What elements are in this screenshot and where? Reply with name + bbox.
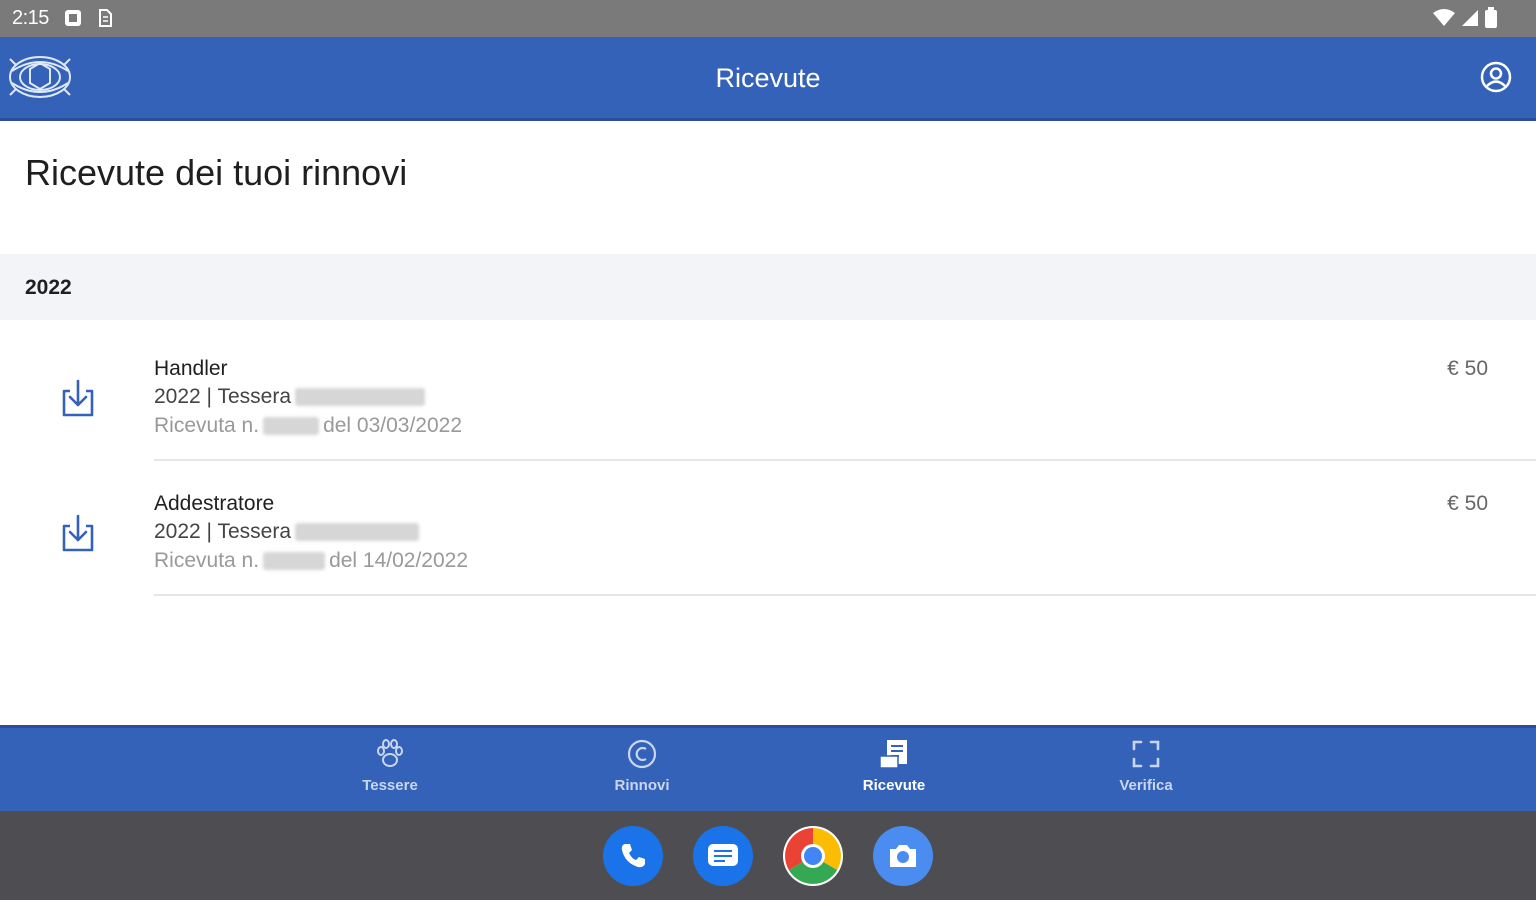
receipt-date: del 14/02/2022 [329, 549, 469, 572]
camera-icon[interactable] [873, 826, 933, 886]
page-title: Ricevute dei tuoi rinnovi [25, 152, 408, 193]
nav-tab-label: Tessere [362, 777, 418, 794]
notification-square-icon [64, 9, 82, 32]
receipt-amount: € 50 [1447, 492, 1488, 515]
receipt-number-line: Ricevuta n. del 14/02/2022 [154, 549, 468, 573]
bottom-navigation: Tessere Rinnovi Ricevute Verifica [0, 725, 1536, 811]
app-bar: Ricevute [0, 37, 1536, 121]
receipt-card-prefix: 2022 | Tessera [154, 385, 291, 408]
receipt-card-prefix: 2022 | Tessera [154, 520, 291, 543]
nav-tab-rinnovi[interactable]: Rinnovi [572, 738, 712, 794]
year-label: 2022 [25, 276, 72, 299]
nav-tab-tessere[interactable]: Tessere [320, 738, 460, 794]
receipt-date: del 03/03/2022 [323, 414, 463, 437]
sim-icon [98, 9, 112, 32]
redacted-receipt-number [263, 417, 320, 436]
receipt-number-prefix: Ricevuta n. [154, 549, 260, 572]
redacted-card-number [295, 523, 419, 542]
status-time: 2:15 [12, 7, 49, 29]
download-icon[interactable] [58, 377, 98, 424]
receipt-role: Addestratore [154, 492, 275, 515]
status-bar: 2:15 [0, 0, 1536, 37]
receipt-role: Handler [154, 357, 228, 380]
redacted-receipt-number [263, 552, 326, 571]
receipt-number-line: Ricevuta n. del 03/03/2022 [154, 414, 462, 438]
receipt-item[interactable]: Addestratore 2022 | Tessera Ricevuta n. d… [0, 460, 1536, 596]
nav-tab-label: Ricevute [862, 777, 926, 794]
receipt-item[interactable]: Handler 2022 | Tessera Ricevuta n. del 03… [0, 325, 1536, 461]
messages-icon[interactable] [693, 826, 753, 886]
receipt-amount: € 50 [1447, 357, 1488, 380]
chrome-icon[interactable] [783, 826, 843, 886]
year-section-header: 2022 [0, 254, 1536, 320]
battery-icon [1484, 7, 1498, 34]
receipt-number-prefix: Ricevuta n. [154, 414, 260, 437]
phone-icon[interactable] [603, 826, 663, 886]
system-dock [0, 811, 1536, 900]
redacted-card-number [295, 388, 425, 407]
receipt-card-line: 2022 | Tessera [154, 520, 423, 544]
paw-icon [373, 739, 407, 774]
scan-icon [1130, 740, 1162, 774]
divider [154, 594, 1536, 596]
status-indicators [1432, 7, 1498, 34]
receipt-card-line: 2022 | Tessera [154, 385, 429, 409]
nav-tab-ricevute[interactable]: Ricevute [824, 738, 964, 794]
nav-tab-label: Verifica [1119, 777, 1173, 794]
app-bar-title: Ricevute [715, 63, 821, 93]
renew-icon [626, 739, 658, 774]
account-icon[interactable] [1480, 61, 1512, 98]
wifi-icon [1432, 8, 1456, 33]
signal-icon [1460, 8, 1480, 33]
nav-tab-verifica[interactable]: Verifica [1076, 738, 1216, 794]
receipt-icon [877, 740, 911, 774]
nav-tab-label: Rinnovi [614, 777, 670, 794]
download-icon[interactable] [58, 512, 98, 559]
